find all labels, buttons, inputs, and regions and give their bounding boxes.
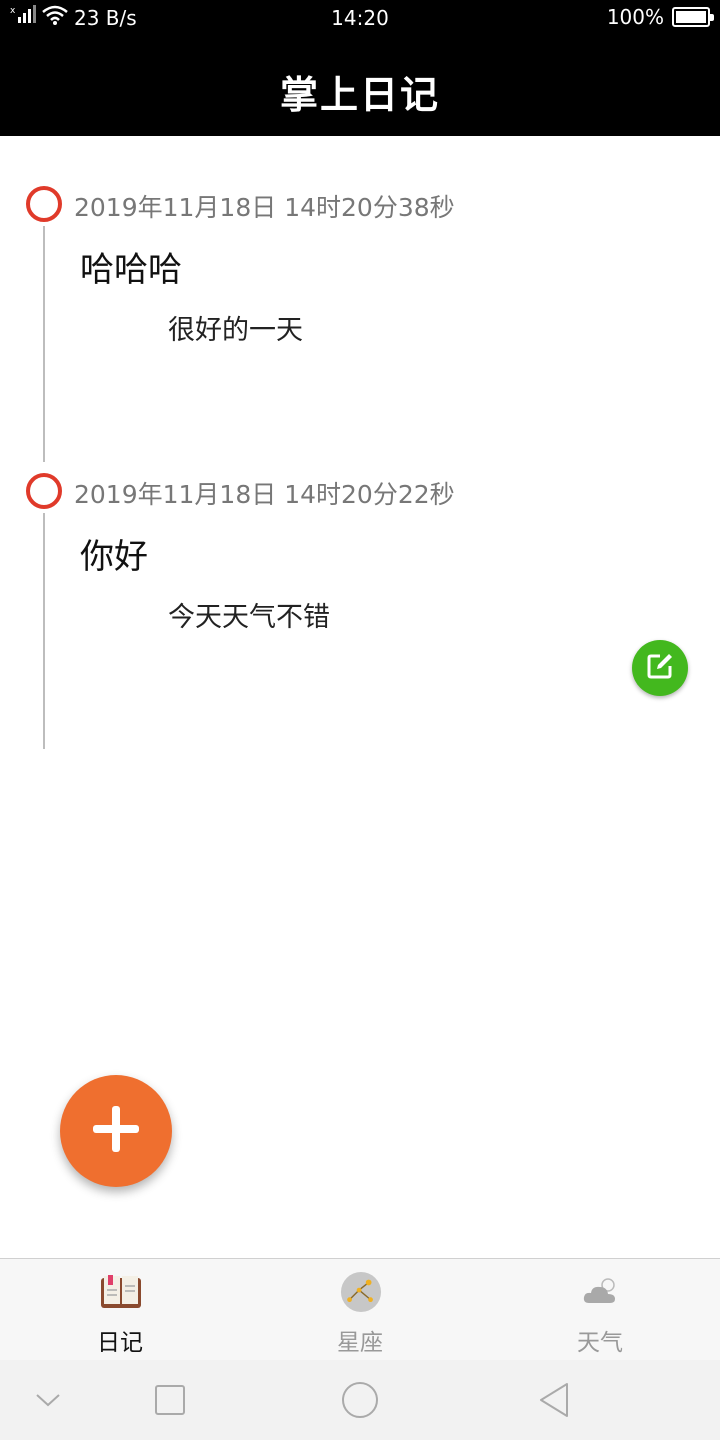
nav-label: 星座 [337, 1330, 383, 1356]
nav-item-diary[interactable]: 日记 [0, 1259, 240, 1361]
timeline-line [43, 513, 45, 749]
nav-label: 日记 [97, 1330, 143, 1356]
bottom-nav: 日记 星座 天气 [0, 1258, 720, 1360]
weather-cloud-icon [580, 1271, 622, 1313]
nav-label: 天气 [577, 1330, 623, 1356]
diary-entry[interactable]: 2019年11月18日 14时20分38秒 哈哈哈 很好的一天 [0, 136, 720, 462]
entry-date: 2019年11月18日 14时20分22秒 [74, 480, 455, 509]
entry-body: 很好的一天 [168, 315, 303, 346]
entry-body: 今天天气不错 [168, 602, 330, 633]
edit-icon [645, 651, 675, 685]
status-right: 100% [606, 5, 714, 29]
battery-fill [676, 11, 706, 23]
diary-entry[interactable]: 2019年11月18日 14时20分22秒 你好 今天天气不错 [0, 423, 720, 749]
add-entry-button[interactable] [60, 1075, 172, 1187]
entry-title: 哈哈哈 [80, 250, 182, 290]
system-nav-bar [0, 1360, 720, 1440]
constellation-icon [340, 1271, 382, 1313]
nav-item-constellation[interactable]: 星座 [240, 1259, 480, 1361]
status-bar: x 23 B/s 14:20 100% [0, 0, 720, 36]
battery-percent: 100% [606, 5, 664, 29]
timeline-dot-icon [26, 186, 62, 222]
entry-date: 2019年11月18日 14时20分38秒 [74, 193, 455, 222]
app-header: 掌上日记 [0, 36, 720, 136]
entry-title: 你好 [80, 537, 148, 577]
diary-book-icon [100, 1271, 142, 1313]
back-button[interactable] [532, 1378, 576, 1422]
nav-item-weather[interactable]: 天气 [480, 1259, 720, 1361]
timeline-dot-icon [26, 473, 62, 509]
collapse-chevron-icon[interactable] [26, 1378, 70, 1422]
battery-icon [672, 7, 714, 27]
plus-icon [91, 1104, 141, 1158]
home-button[interactable] [338, 1378, 382, 1422]
recent-apps-button[interactable] [148, 1378, 192, 1422]
page-title: 掌上日记 [279, 73, 440, 117]
edit-button[interactable] [632, 640, 688, 696]
